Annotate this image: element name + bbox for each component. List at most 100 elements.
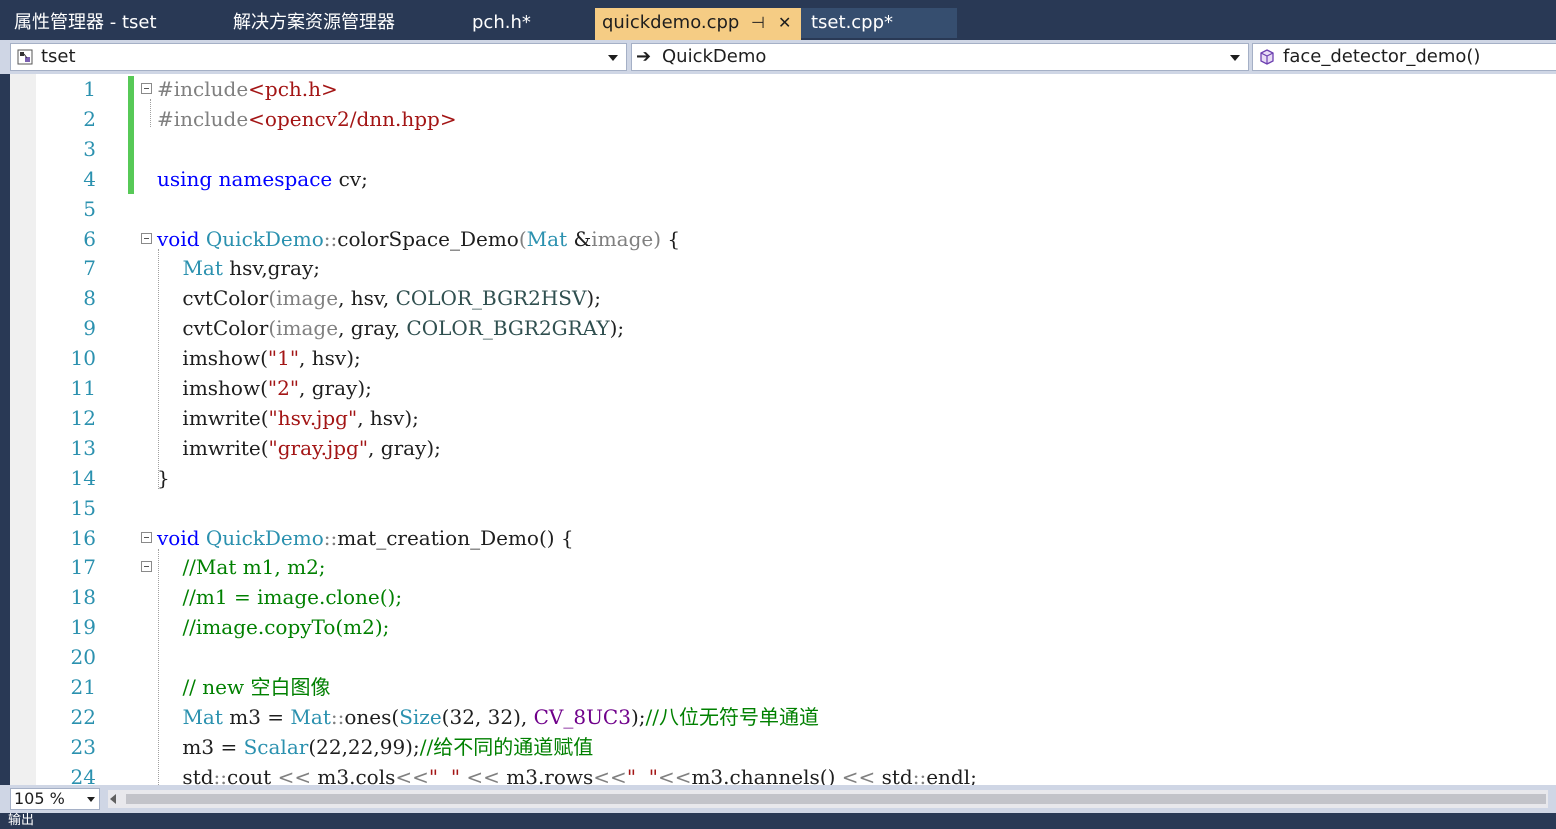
code-token: ( — [268, 286, 277, 311]
method-cube-icon — [1260, 49, 1274, 65]
pin-icon[interactable]: ⊣ — [751, 8, 765, 38]
code-token: void — [157, 226, 200, 251]
code-token: , gray); — [299, 376, 372, 400]
code-text: using namespace cv; — [157, 164, 368, 194]
code-token: cv; — [332, 166, 368, 191]
code-line[interactable]: 2 #include<opencv2/dnn.hpp> — [10, 104, 1556, 134]
code-token: ); — [586, 286, 601, 311]
code-token: ones( — [344, 704, 400, 729]
code-token: , hsv, — [338, 286, 396, 311]
code-line[interactable]: 10 imshow("1", hsv); — [10, 343, 1556, 373]
code-text: imwrite("gray.jpg", gray); — [157, 433, 440, 463]
code-token: ( — [518, 226, 527, 251]
code-line[interactable]: 19 //image.copyTo(m2); — [10, 612, 1556, 642]
tab-property-manager[interactable]: 属性管理器 - tset — [14, 8, 157, 38]
code-line[interactable]: 12 imwrite("hsv.jpg", hsv); — [10, 403, 1556, 433]
close-icon[interactable]: ✕ — [778, 8, 791, 38]
code-token: m3.cols — [311, 764, 396, 785]
output-panel-strip: 输出 — [0, 813, 1556, 829]
line-number: 14 — [70, 465, 96, 490]
code-text: // new 空白图像 — [157, 672, 330, 702]
code-editor[interactable]: 1 #include<pch.h> 2 #include<opencv2/dnn.hp… — [10, 74, 1556, 785]
collapse-icon[interactable] — [141, 531, 152, 543]
code-text: imwrite("hsv.jpg", hsv); — [157, 403, 418, 433]
zoom-dropdown[interactable]: 105 % — [10, 788, 100, 810]
code-token: << — [466, 764, 500, 785]
project-label: tset — [41, 46, 76, 67]
code-token: :: — [213, 764, 228, 785]
code-token: void — [157, 525, 200, 550]
code-text: m3 = Scalar(22,22,99);//给不同的通道赋值 — [157, 732, 593, 762]
collapse-icon[interactable] — [141, 232, 152, 244]
collapse-icon[interactable] — [141, 83, 152, 94]
horizontal-scrollbar[interactable] — [108, 790, 1548, 808]
code-line[interactable]: 1 #include<pch.h> — [10, 74, 1556, 104]
code-line[interactable]: 3 — [10, 134, 1556, 164]
line-number: 7 — [83, 256, 96, 281]
code-line[interactable]: 14} — [10, 463, 1556, 493]
code-token: QuickDemo — [205, 226, 324, 251]
code-text: cvtColor(image, gray, COLOR_BGR2GRAY); — [157, 313, 624, 343]
tab-label: quickdemo.cpp — [602, 12, 740, 33]
tab-tset-cpp[interactable]: tset.cpp* — [801, 8, 957, 38]
navigation-bar: tset ➔ QuickDemo face_detector_demo() — [0, 40, 1556, 74]
code-token: ( — [268, 316, 277, 341]
tab-quickdemo-cpp[interactable]: quickdemo.cpp ⊣ ✕ — [595, 8, 801, 40]
code-line[interactable]: 6 void QuickDemo::colorSpace_Demo(Mat &im… — [10, 224, 1556, 254]
code-token: "hsv.jpg" — [268, 405, 358, 430]
code-token: " " — [428, 764, 461, 785]
code-line[interactable]: 16 void QuickDemo::mat_creation_Demo() { — [10, 523, 1556, 553]
code-token: & — [567, 226, 592, 251]
line-number: 5 — [83, 196, 96, 221]
code-line[interactable]: 11 imshow("2", gray); — [10, 373, 1556, 403]
code-line[interactable]: 22 Mat m3 = Mat::ones(Size(32, 32), CV_8… — [10, 702, 1556, 732]
line-number: 22 — [70, 704, 96, 729]
code-text: imshow("2", gray); — [157, 373, 372, 403]
code-line[interactable]: 7 Mat hsv,gray; — [10, 253, 1556, 283]
collapse-icon[interactable] — [141, 561, 152, 573]
code-token: } — [157, 465, 170, 490]
line-number: 1 — [83, 77, 96, 101]
tab-label: 属性管理器 - tset — [14, 12, 157, 33]
code-line[interactable]: 24 std::cout << m3.cols<<" " << m3.rows<… — [10, 762, 1556, 785]
line-number: 23 — [70, 734, 96, 759]
code-token: imshow( — [157, 376, 268, 400]
scroll-left-icon[interactable] — [110, 794, 116, 804]
code-line[interactable]: 13 imwrite("gray.jpg", gray); — [10, 433, 1556, 463]
scrollbar-thumb[interactable] — [126, 794, 1546, 804]
code-token: m3 = — [157, 734, 244, 759]
line-number: 19 — [70, 615, 96, 640]
member-dropdown[interactable]: face_detector_demo() — [1252, 43, 1556, 71]
code-line[interactable]: 20 — [10, 642, 1556, 672]
code-text: void QuickDemo::mat_creation_Demo() { — [157, 523, 574, 553]
code-token: "gray.jpg" — [268, 435, 369, 460]
code-token: cout — [227, 764, 278, 785]
code-line[interactable]: 8 cvtColor(image, hsv, COLOR_BGR2HSV); — [10, 283, 1556, 313]
code-line[interactable]: 21 // new 空白图像 — [10, 672, 1556, 702]
code-line[interactable]: 5 — [10, 194, 1556, 224]
tab-label: 解决方案资源管理器 — [233, 12, 395, 33]
code-token: (22,22,99); — [308, 734, 420, 759]
code-token: QuickDemo — [205, 525, 324, 550]
code-line[interactable]: 18 //m1 = image.clone(); — [10, 582, 1556, 612]
code-line[interactable]: 23 m3 = Scalar(22,22,99);//给不同的通道赋值 — [10, 732, 1556, 762]
code-line[interactable]: 9 cvtColor(image, gray, COLOR_BGR2GRAY); — [10, 313, 1556, 343]
code-line[interactable]: 15 — [10, 493, 1556, 523]
code-token: CV_8UC3 — [533, 704, 631, 729]
code-token: image — [276, 286, 339, 311]
code-token: //八位无符号单通道 — [645, 704, 819, 729]
code-line[interactable]: 17 //Mat m1, m2; — [10, 552, 1556, 582]
code-token: //m1 = image.clone(); — [182, 585, 403, 610]
tab-pch-h[interactable]: pch.h* — [472, 8, 531, 38]
code-token: imwrite( — [157, 405, 269, 430]
tab-solution-explorer[interactable]: 解决方案资源管理器 — [233, 8, 395, 38]
code-token: #include — [157, 77, 249, 101]
scope-dropdown[interactable]: ➔ QuickDemo — [631, 43, 1249, 71]
code-token: , gray, — [338, 316, 407, 341]
project-dropdown[interactable]: tset — [10, 43, 627, 71]
code-token: //给不同的通道赋值 — [419, 734, 594, 759]
code-line[interactable]: 4 using namespace cv; — [10, 164, 1556, 194]
code-text: cvtColor(image, hsv, COLOR_BGR2HSV); — [157, 283, 601, 313]
line-number: 18 — [70, 585, 96, 610]
